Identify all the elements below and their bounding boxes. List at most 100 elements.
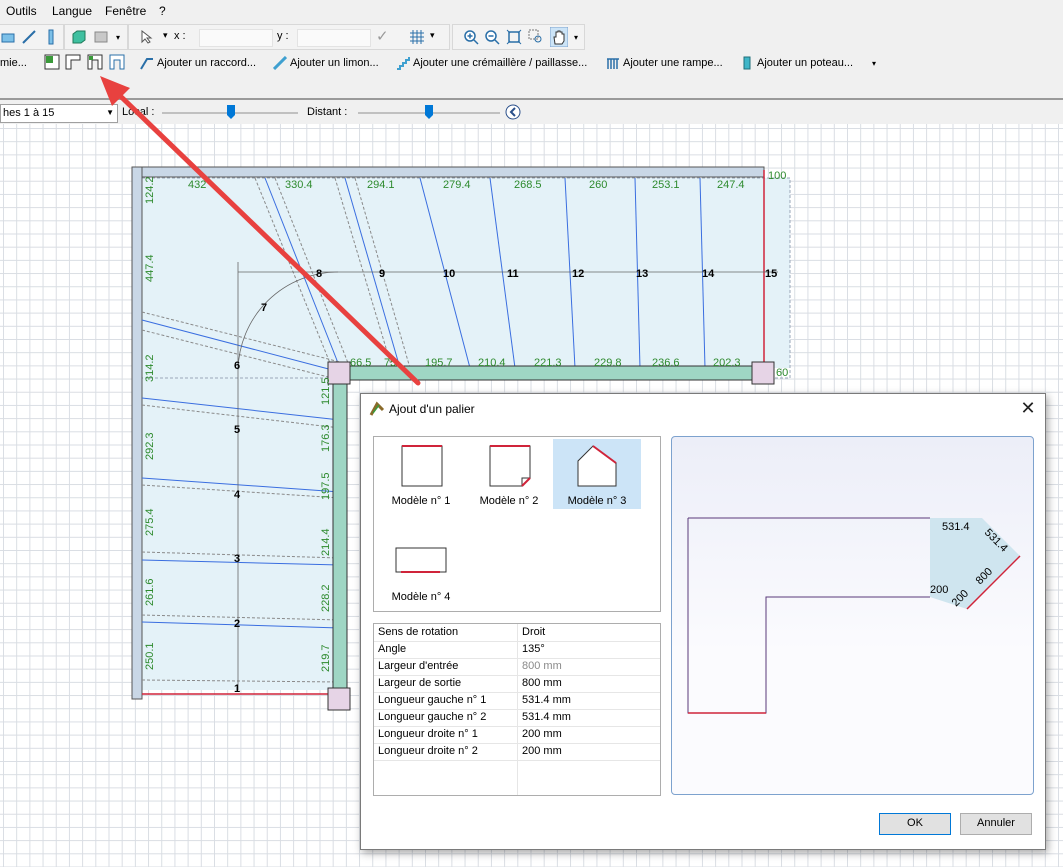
zoom-window-icon[interactable] [528,29,544,45]
3d-view-icon[interactable] [71,29,87,45]
stringer-icon [273,56,287,70]
landing-preview: 531.4 531.4 800 200 200 [671,436,1034,795]
ok-button[interactable]: OK [879,813,951,835]
add-stringer-button[interactable]: Ajouter un limon... [273,53,379,73]
menu-langue[interactable]: Langue [52,4,92,18]
zoom-in-icon[interactable] [463,29,479,45]
distant-label: Distant : [307,106,348,118]
y-label: y : [277,30,289,42]
step-range-select[interactable]: hes 1 à 15 ▼ [0,104,118,123]
landing-model-2-icon[interactable] [65,54,81,70]
property-row[interactable]: Longueur gauche n° 1 531.4 mm [374,692,660,710]
landing-model-2[interactable]: Modèle n° 2 [465,439,553,509]
dim-top-2: 294.1 [367,179,395,191]
dim-top-5: 260 [589,179,607,191]
add-railing-button[interactable]: Ajouter une rampe... [606,53,723,73]
post-icon [743,56,751,70]
step-number-4: 4 [234,489,241,501]
dim-left-6: 250.1 [144,642,156,670]
dim-mid-4: 221.3 [534,357,562,369]
zoom-out-icon[interactable] [484,29,500,45]
railing-icon [607,58,619,69]
property-row[interactable]: Largeur d'entrée 800 mm [374,658,660,676]
landing-model-3-icon[interactable] [87,54,103,70]
dim-left-0: 124.2 [144,176,156,204]
property-value[interactable]: 800 mm [522,677,562,689]
property-value[interactable]: 531.4 mm [522,711,571,723]
dim-vert-5: 219.7 [320,644,332,672]
property-value[interactable]: 200 mm [522,728,562,740]
grid-icon[interactable] [409,29,425,45]
property-row[interactable]: Sens de rotation Droit [374,624,660,642]
post-right [751,361,775,385]
landing-model-4-icon[interactable] [109,54,125,70]
property-row[interactable]: Angle 135° [374,641,660,659]
model-1-label: Modèle n° 1 [391,495,451,507]
local-slider-thumb[interactable] [226,104,236,120]
cancel-button[interactable]: Annuler [960,813,1032,835]
zoom-extents-icon[interactable] [506,29,522,45]
pan-hand-icon[interactable] [550,27,568,47]
chevron-down-icon[interactable]: ▾ [430,30,435,41]
menu-help[interactable]: ? [159,4,166,18]
model-2-label: Modèle n° 2 [479,495,539,507]
property-value[interactable]: 531.4 mm [522,694,571,706]
dim-top-0: 432 [188,179,206,191]
property-value[interactable]: 135° [522,643,545,655]
dim-mid-6: 236.6 [652,357,680,369]
add-landing-dialog: Ajout d'un palier ✕ Modèle n° 1 Modèle n… [360,393,1046,850]
chevron-down-icon[interactable]: ▾ [163,30,168,41]
wall-icon[interactable] [1,29,17,45]
property-key: Sens de rotation [378,626,459,638]
landing-model-1[interactable]: Modèle n° 1 [377,439,465,509]
landing-model-4[interactable]: Modèle n° 4 [377,535,465,605]
validate-check-icon[interactable]: ✓ [376,27,389,45]
post-icon[interactable] [43,29,59,45]
add-post-button[interactable]: Ajouter un poteau... [740,53,853,73]
chevron-down-icon[interactable]: ▾ [574,33,578,42]
dim-mid-2: 195.7 [425,357,453,369]
property-row[interactable]: Longueur droite n° 1 200 mm [374,726,660,744]
property-row[interactable]: Longueur droite n° 2 200 mm [374,743,660,761]
menu-fenetre[interactable]: Fenêtre [105,4,146,18]
landing-model-3[interactable]: Modèle n° 3 [553,439,641,509]
dim-mid-7: 202.3 [713,357,741,369]
chevron-down-icon[interactable]: ▾ [872,59,876,68]
model-3-shape [577,445,617,487]
wall-left [131,166,143,700]
dim-left-4: 275.4 [144,508,156,536]
dim-vert-2: 197.5 [320,472,332,500]
add-rack-button[interactable]: Ajouter une crémaillère / paillasse... [396,53,587,73]
truncated-button[interactable]: mie... [0,53,27,73]
pointer-icon[interactable] [139,29,155,45]
divider [0,98,1063,100]
close-icon[interactable]: ✕ [1017,398,1039,420]
x-label: x : [174,30,186,42]
collapse-left-icon[interactable] [505,104,521,120]
render-icon[interactable] [93,29,109,45]
y-coordinate-input[interactable] [297,29,371,47]
property-value[interactable]: 200 mm [522,745,562,757]
landing-model-1-icon[interactable] [44,54,60,70]
distant-slider-thumb[interactable] [424,104,434,120]
menu-outils[interactable]: Outils [6,4,37,18]
add-connector-button[interactable]: Ajouter un raccord... [140,53,256,73]
toolbar-group-zoom: ▾ [452,24,585,50]
connector-icon [140,58,153,70]
dim-mid-3: 210.4 [478,357,506,369]
property-row[interactable]: Longueur gauche n° 2 531.4 mm [374,709,660,727]
property-row[interactable]: Largeur de sortie 800 mm [374,675,660,693]
landing-preview-drawing: 531.4 531.4 800 200 200 [687,517,1021,714]
dim-vert-0: 121.5 [320,377,332,405]
x-coordinate-input[interactable] [199,29,273,47]
add-railing-label: Ajouter une rampe... [623,57,723,69]
dim-mid-1: 75 [384,357,396,369]
step-number-2: 2 [234,618,240,630]
toolbar-display-range: hes 1 à 15 ▼ Local : Distant : [0,102,1063,124]
property-value[interactable]: Droit [522,626,545,638]
toolbar-view: ▾ ▾ x : y : ✓ ▾ ▾ [0,23,585,50]
dim-mid-0: 66.5 [350,357,371,369]
stair-icon[interactable] [21,29,37,45]
step-number-5: 5 [234,424,240,436]
railing-vertical [332,379,348,691]
